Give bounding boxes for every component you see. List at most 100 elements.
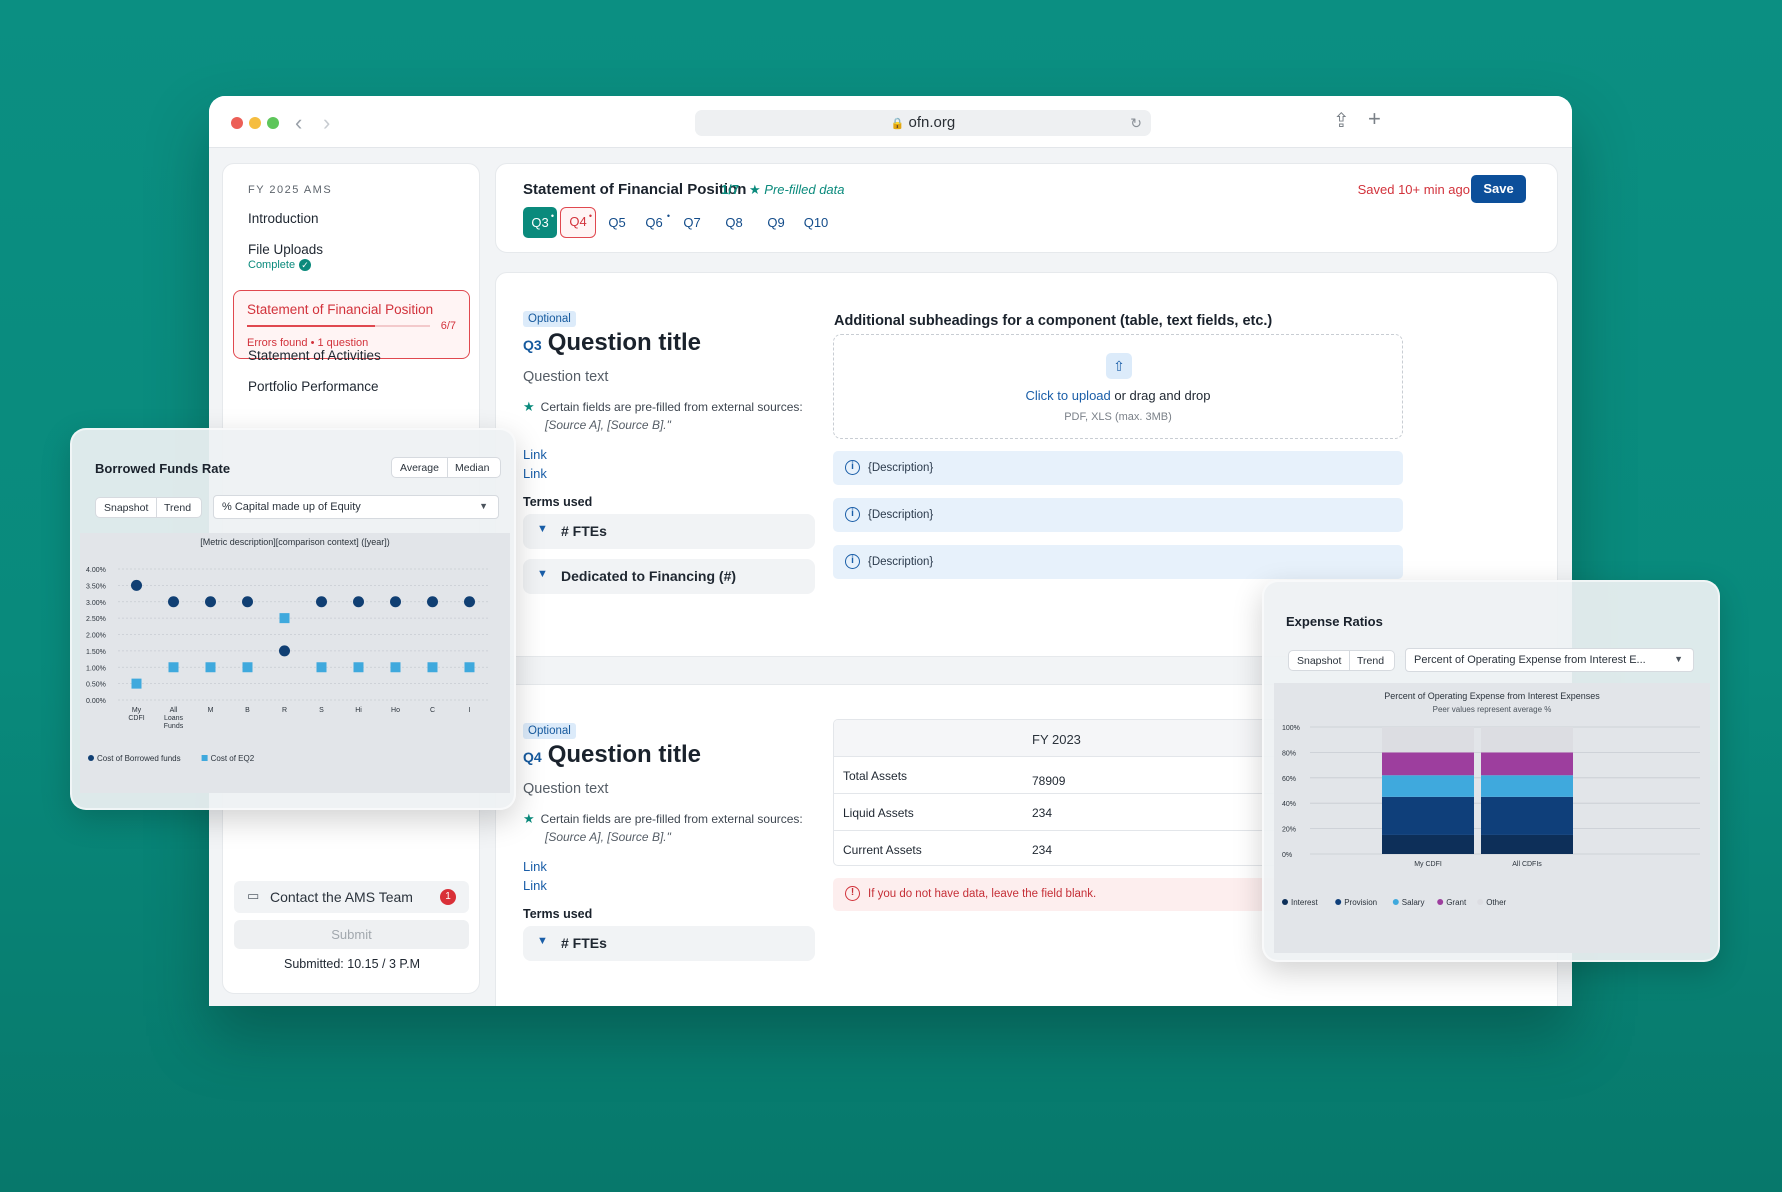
new-tab-icon[interactable]: + (1368, 106, 1381, 132)
data-point-square (353, 662, 364, 673)
reload-icon[interactable]: ↻ (1130, 110, 1142, 136)
tab-q6[interactable]: Q6 • (638, 207, 670, 238)
file-dropzone[interactable]: ⇧ Click to upload or drag and drop PDF, … (833, 334, 1403, 439)
borrowed-funds-panel: Borrowed Funds Rate Average Median Snapsh… (70, 428, 516, 810)
tab-q4[interactable]: Q4 • (560, 207, 596, 238)
metric-value: % Capital made up of Equity (222, 501, 361, 513)
x-tick-label: Funds (164, 723, 184, 730)
term-label: # FTEs (561, 935, 607, 951)
row-value[interactable]: 234 (1032, 806, 1052, 820)
question-link[interactable]: Link (523, 878, 547, 893)
x-tick-label: CDFI (128, 715, 144, 722)
view-snapshot[interactable]: Snapshot (1297, 655, 1341, 667)
section-fraction: 1/7 (721, 182, 740, 197)
tab-q3[interactable]: Q3 • (523, 207, 557, 238)
row-value[interactable]: 78909 (1032, 774, 1065, 788)
x-tick-label: My (132, 707, 142, 714)
view-trend[interactable]: Trend (1357, 655, 1384, 667)
check-icon: ✓ (299, 259, 312, 271)
view-trend[interactable]: Trend (164, 502, 191, 514)
section-header: Statement of Financial Position 1/7 ★ Pr… (495, 163, 1558, 253)
row-label: Liquid Assets (843, 806, 914, 820)
stacked-bar-segment (1382, 752, 1474, 776)
x-tick-label: B (245, 707, 250, 714)
stacked-bar-segment (1382, 834, 1474, 854)
stacked-bar-segment (1382, 727, 1474, 753)
term-accordion-ftes[interactable]: ▼ # FTEs (523, 926, 815, 961)
x-tick-label: R (282, 707, 287, 714)
view-toggle[interactable]: Snapshot Trend (1288, 650, 1395, 671)
metric-select[interactable]: % Capital made up of Equity ▼ (213, 495, 499, 519)
notification-badge: 1 (440, 889, 456, 905)
address-bar[interactable]: 🔒 ofn.org ↻ (695, 110, 1151, 136)
metric-select[interactable]: Percent of Operating Expense from Intere… (1405, 648, 1694, 672)
legend-marker (1477, 899, 1484, 905)
data-point-circle (353, 596, 364, 608)
y-tick-label: 3.50% (86, 583, 106, 590)
toggle-average[interactable]: Average (400, 462, 439, 474)
y-tick-label: 2.00% (86, 633, 106, 640)
question-title: Q4 Question title (523, 741, 701, 769)
data-point-square (390, 662, 401, 673)
star-icon: ★ (523, 811, 535, 826)
expense-ratios-chart: Percent of Operating Expense from Intere… (1282, 691, 1700, 907)
prefill-note-text: Certain fields are pre-filled from exter… (540, 812, 803, 826)
toggle-median[interactable]: Median (455, 462, 489, 474)
tab-q7[interactable]: Q7 (676, 207, 708, 238)
minimize-window-dot[interactable] (249, 117, 261, 129)
legend-marker (201, 755, 208, 761)
question-link[interactable]: Link (523, 447, 547, 462)
close-window-dot[interactable] (231, 117, 243, 129)
upload-instruction: Click to upload or drag and drop (834, 388, 1402, 403)
upload-file-icon: ⇧ (1106, 353, 1132, 379)
dot-icon: • (588, 211, 592, 221)
term-accordion-ftes[interactable]: ▼ # FTEs (523, 514, 815, 549)
x-tick-label: C (430, 707, 435, 714)
question-link[interactable]: Link (523, 466, 547, 481)
chart-title: Percent of Operating Expense from Intere… (1384, 691, 1600, 701)
legend-label: Salary (1402, 898, 1425, 907)
save-button[interactable]: Save (1471, 175, 1526, 203)
optional-badge: Optional (523, 723, 576, 739)
sidebar-item-activities[interactable]: Statement of Activities (248, 348, 381, 363)
forward-arrow-icon[interactable]: › (323, 110, 330, 136)
y-tick-label: 60% (1282, 776, 1296, 783)
view-toggle[interactable]: Snapshot Trend (95, 497, 202, 518)
terms-heading: Terms used (523, 495, 593, 509)
chart-subtitle: Peer values represent average % (1433, 705, 1552, 714)
row-label: Current Assets (843, 843, 922, 857)
legend-label: Cost of Borrowed funds (97, 754, 181, 763)
data-point-circle (279, 645, 290, 657)
tab-q9[interactable]: Q9 (760, 207, 792, 238)
share-icon[interactable]: ⇪ (1333, 108, 1350, 133)
data-point-square (279, 613, 290, 624)
tab-q5[interactable]: Q5 (601, 207, 633, 238)
sidebar-item-portfolio[interactable]: Portfolio Performance (248, 379, 379, 394)
sidebar-item-file-uploads[interactable]: File Uploads (248, 242, 323, 257)
upload-rest: or drag and drop (1110, 388, 1211, 403)
section-title: Statement of Financial Position (523, 181, 747, 198)
star-icon: ★ (523, 399, 535, 414)
submit-button[interactable]: Submit (234, 920, 469, 949)
row-label: Total Assets (843, 769, 908, 783)
sidebar-item-introduction[interactable]: Introduction (248, 211, 319, 226)
question-text: Question text (523, 369, 609, 385)
average-median-toggle[interactable]: Average Median (391, 457, 501, 478)
maximize-window-dot[interactable] (267, 117, 279, 129)
chat-icon: ▭ (247, 888, 260, 903)
view-snapshot[interactable]: Snapshot (104, 502, 148, 514)
y-tick-label: 80% (1282, 750, 1296, 757)
tab-label: Q6 (645, 215, 663, 230)
contact-team-button[interactable]: ▭ Contact the AMS Team 1 (234, 881, 469, 913)
tab-q8[interactable]: Q8 (718, 207, 750, 238)
tab-q10[interactable]: Q10 (798, 207, 834, 238)
back-arrow-icon[interactable]: ‹ (295, 110, 302, 136)
row-value[interactable]: 234 (1032, 843, 1052, 857)
description-text: {Description} (868, 556, 934, 568)
question-link[interactable]: Link (523, 859, 547, 874)
upload-link[interactable]: Click to upload (1025, 388, 1110, 403)
y-tick-label: 20% (1282, 827, 1296, 834)
description-row: i {Description} (833, 451, 1403, 485)
term-accordion-financing[interactable]: ▼ Dedicated to Financing (#) (523, 559, 815, 594)
data-point-square (427, 662, 438, 673)
